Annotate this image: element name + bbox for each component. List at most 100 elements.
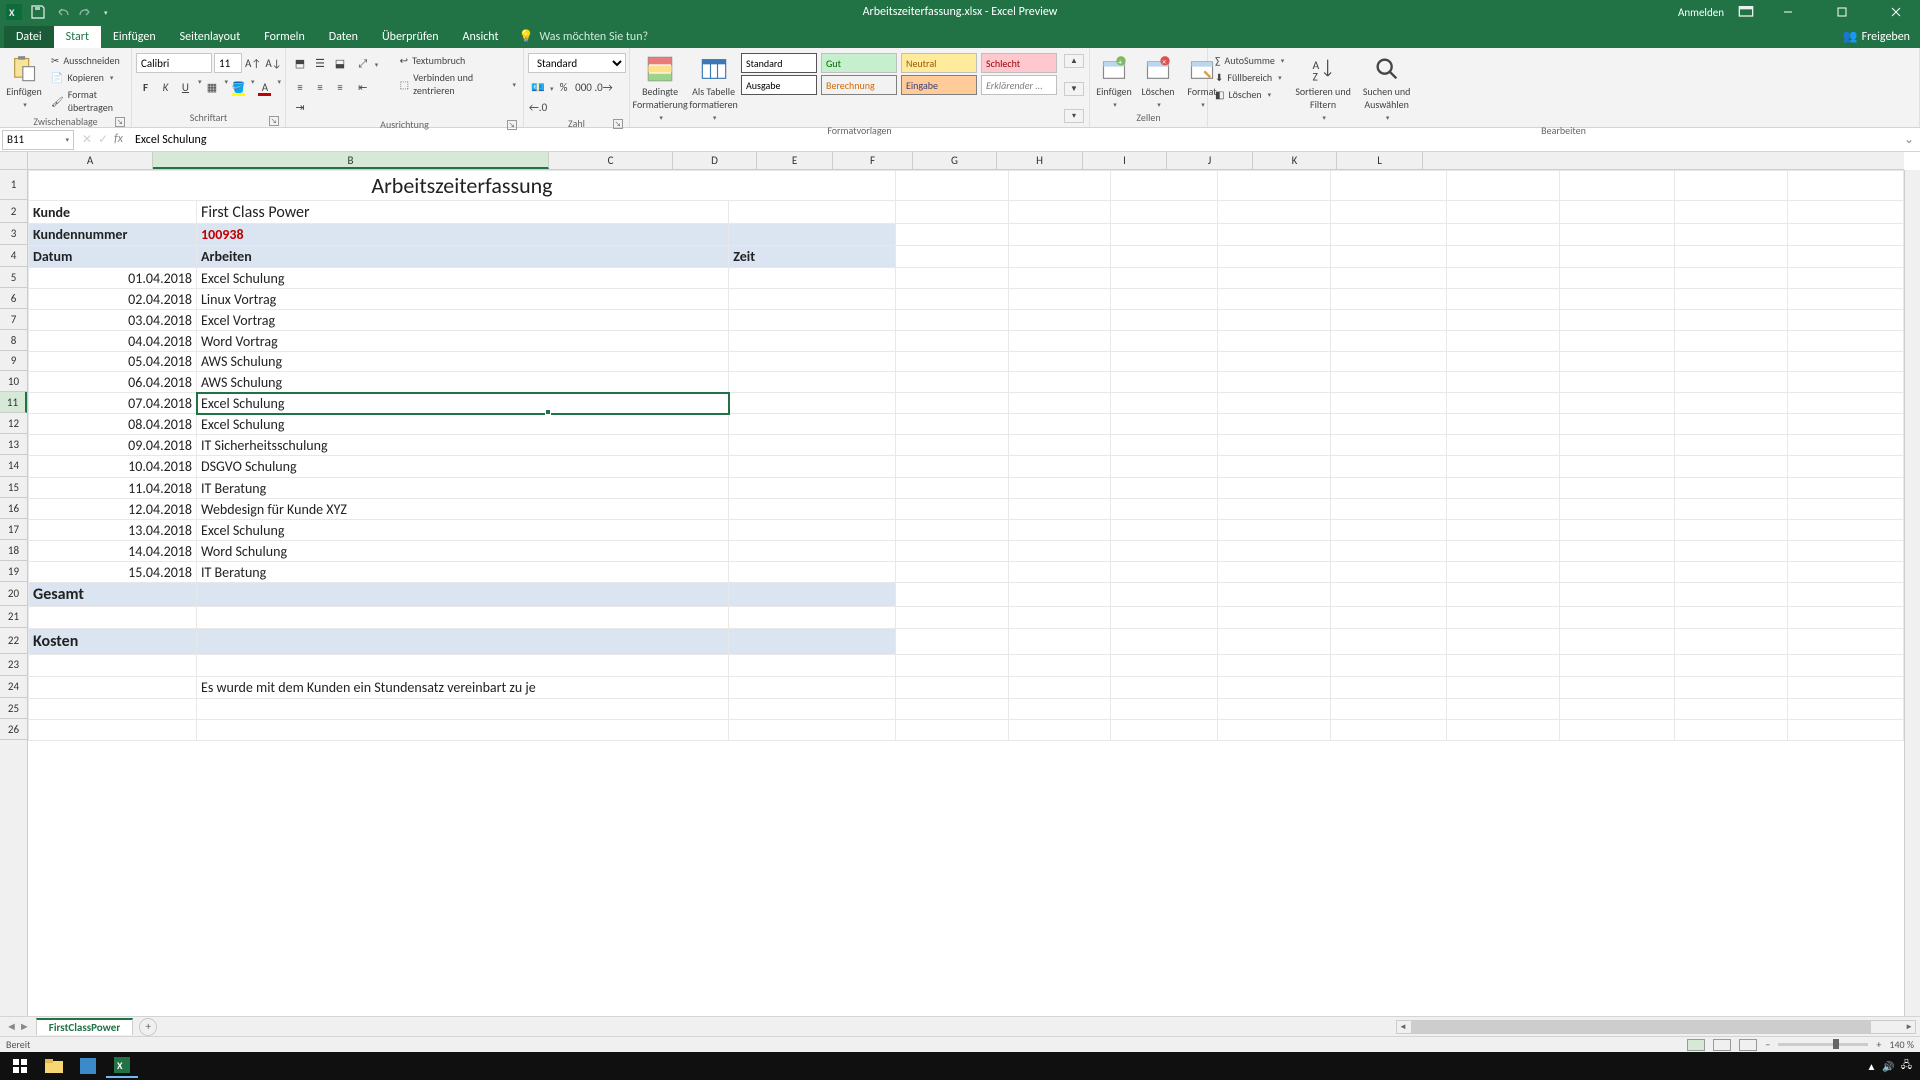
style-standard[interactable]: Standard [741,53,817,73]
column-header-K[interactable]: K [1253,152,1337,169]
cell[interactable] [1008,583,1110,607]
cell[interactable] [1218,562,1331,583]
cell[interactable] [1218,201,1331,224]
copy-button[interactable]: 📄Kopieren▾ [48,70,127,85]
cell[interactable] [1675,310,1788,331]
cell[interactable] [1331,246,1447,268]
tab-view[interactable]: Ansicht [451,26,511,48]
cell[interactable]: IT Beratung [197,478,729,499]
cell[interactable] [1008,541,1110,562]
column-header-G[interactable]: G [913,152,997,169]
page-break-view-button[interactable] [1739,1039,1757,1051]
format-painter-button[interactable]: 🖌Format übertragen [48,87,127,115]
row-header-2[interactable]: 2 [0,200,27,223]
row-header-21[interactable]: 21 [0,606,27,628]
cell[interactable] [1559,246,1675,268]
cell[interactable] [1008,655,1110,677]
cell[interactable]: 01.04.2018 [29,268,197,289]
cell[interactable] [1559,393,1675,414]
cell[interactable] [1110,224,1218,246]
cell[interactable] [1675,562,1788,583]
cell[interactable]: Arbeitszeiterfassung [29,171,896,201]
cell[interactable] [29,607,197,629]
cell[interactable]: 08.04.2018 [29,414,197,435]
bold-button[interactable]: F [136,77,155,97]
cell[interactable] [1446,677,1559,699]
cell[interactable]: Zeit [729,246,896,268]
accounting-format-icon[interactable]: 💶 [528,77,548,97]
cell[interactable] [197,720,729,741]
cell[interactable] [1218,414,1331,435]
cell[interactable] [895,562,1008,583]
cell[interactable]: Kunde [29,201,197,224]
cell[interactable] [1218,607,1331,629]
cell[interactable] [1788,562,1904,583]
column-header-I[interactable]: I [1083,152,1167,169]
column-headers[interactable]: ABCDEFGHIJKL [28,152,1904,170]
cell[interactable] [1559,541,1675,562]
cell[interactable] [1446,655,1559,677]
cell[interactable] [1788,414,1904,435]
cell[interactable] [29,720,197,741]
cell[interactable] [1218,699,1331,720]
tab-data[interactable]: Daten [317,26,370,48]
cell[interactable] [1446,310,1559,331]
row-header-6[interactable]: 6 [0,288,27,309]
cell[interactable] [729,583,896,607]
cell[interactable] [1446,393,1559,414]
row-header-20[interactable]: 20 [0,582,27,606]
cell[interactable] [1008,720,1110,741]
cell[interactable] [1331,562,1447,583]
cell[interactable] [1218,720,1331,741]
cell[interactable] [1675,331,1788,352]
style-scroll-up-icon[interactable]: ▲ [1064,54,1084,68]
row-header-1[interactable]: 1 [0,170,27,200]
cell[interactable] [1331,268,1447,289]
cell[interactable] [1446,629,1559,655]
cell[interactable] [1788,224,1904,246]
cell[interactable] [1008,520,1110,541]
horizontal-scrollbar[interactable]: ◄ ► [1396,1020,1916,1034]
cell[interactable] [1788,478,1904,499]
signin-link[interactable]: Anmelden [1678,6,1724,19]
cell[interactable] [1788,499,1904,520]
row-header-24[interactable]: 24 [0,676,27,698]
cell[interactable] [1788,268,1904,289]
style-bad[interactable]: Schlecht [981,53,1057,73]
cell[interactable]: Linux Vortrag [197,289,729,310]
cell[interactable] [1675,201,1788,224]
row-header-22[interactable]: 22 [0,628,27,654]
cell[interactable] [1110,478,1218,499]
start-button[interactable] [4,1054,36,1078]
cell[interactable] [729,478,896,499]
minimize-button[interactable] [1768,0,1808,24]
cell[interactable]: Es wurde mit dem Kunden ein Stundensatz … [197,677,729,699]
cell[interactable] [895,171,1008,201]
zoom-level[interactable]: 140 % [1889,1038,1914,1051]
cell[interactable] [1331,478,1447,499]
cell[interactable]: Kundennummer [29,224,197,246]
cell[interactable] [1559,456,1675,478]
column-header-E[interactable]: E [757,152,833,169]
cell[interactable] [1218,478,1331,499]
cell[interactable] [1675,720,1788,741]
zoom-slider[interactable] [1778,1043,1868,1046]
cell[interactable] [1218,393,1331,414]
tray-network-icon[interactable]: 🖧 [1901,1058,1912,1075]
cell[interactable] [1559,720,1675,741]
style-neutral[interactable]: Neutral [901,53,977,73]
cell[interactable]: 07.04.2018 [29,393,197,414]
cell[interactable] [1218,289,1331,310]
cell[interactable] [1446,583,1559,607]
cell[interactable] [1218,310,1331,331]
cell[interactable] [1675,224,1788,246]
clipboard-dialog-icon[interactable]: ↘ [115,117,125,127]
cell[interactable] [1218,331,1331,352]
cell[interactable] [895,289,1008,310]
tab-insert[interactable]: Einfügen [101,26,168,48]
cell[interactable] [1331,629,1447,655]
cell[interactable] [1788,171,1904,201]
ribbon-display-icon[interactable] [1738,4,1754,20]
cell[interactable] [729,331,896,352]
cell[interactable] [1559,372,1675,393]
